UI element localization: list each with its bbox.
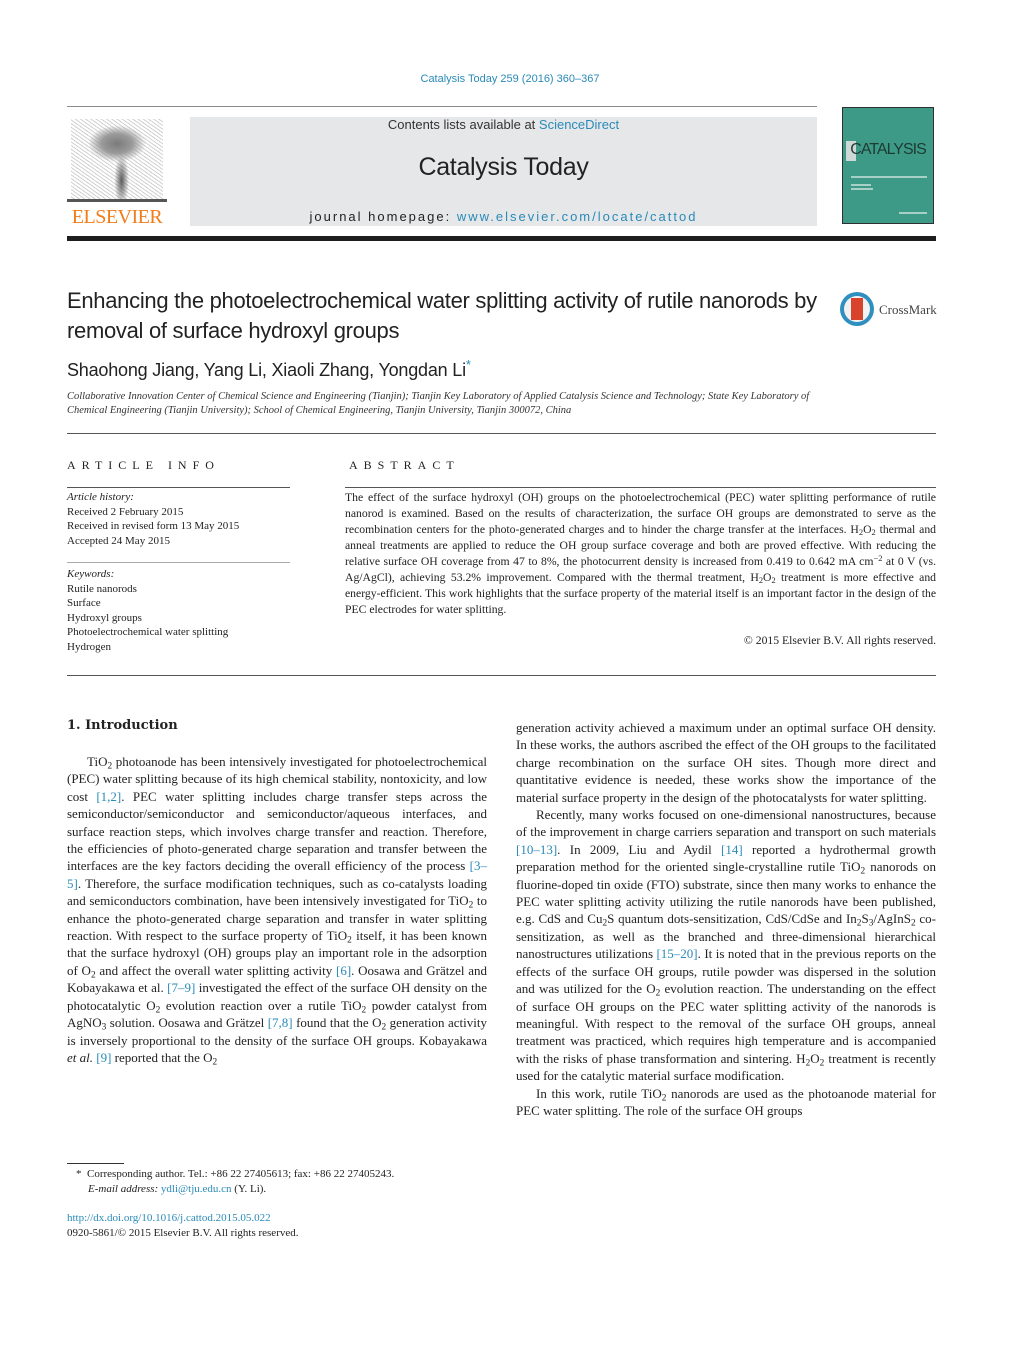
body-column-right: generation activity achieved a maximum u… — [516, 719, 936, 1119]
cover-text-line — [851, 176, 927, 178]
email-link[interactable]: ydli@tju.edu.cn — [161, 1183, 232, 1195]
reference-link[interactable]: [14] — [721, 842, 743, 857]
reference-link[interactable]: [7–9] — [167, 980, 195, 995]
corresponding-author-footnote: * Corresponding author. Tel.: +86 22 274… — [76, 1167, 394, 1197]
keywords: Keywords: Rutile nanorods Surface Hydrox… — [67, 567, 228, 654]
article-info-heading: ARTICLE INFO — [67, 458, 220, 472]
body-column-left: TiO2 photoanode has been intensively inv… — [67, 753, 487, 1068]
article-info-rule — [67, 487, 290, 488]
history-accepted: Accepted 24 May 2015 — [67, 534, 170, 547]
logo-ground-line — [67, 199, 167, 202]
corresponding-author-marker[interactable]: * — [466, 357, 471, 372]
keyword: Hydroxyl groups — [67, 611, 142, 624]
keyword: Rutile nanorods — [67, 582, 137, 595]
tree-icon — [71, 119, 163, 201]
article-title: Enhancing the photoelectrochemical water… — [67, 288, 817, 343]
history-label: Article history: — [67, 491, 134, 503]
abstract-heading: ABSTRACT — [349, 458, 460, 472]
author-list: Shaohong Jiang, Yang Li, Xiaoli Zhang, Y… — [67, 357, 471, 381]
homepage-prefix: journal homepage: — [309, 209, 457, 224]
contents-line: Contents lists available at ScienceDirec… — [190, 117, 817, 132]
keywords-label: Keywords: — [67, 568, 115, 580]
crossmark-icon — [840, 292, 874, 326]
abstract-text: The effect of the surface hydroxyl (OH) … — [345, 491, 937, 616]
abstract-rule — [345, 487, 936, 488]
doi-block: http://dx.doi.org/10.1016/j.cattod.2015.… — [67, 1211, 299, 1241]
abstract-copyright: © 2015 Elsevier B.V. All rights reserved… — [743, 634, 936, 647]
history-revised: Received in revised form 13 May 2015 — [67, 520, 240, 532]
sciencedirect-link[interactable]: ScienceDirect — [539, 117, 619, 132]
history-received: Received 2 February 2015 — [67, 505, 184, 518]
footnote-email: E-mail address: ydli@tju.edu.cn (Y. Li). — [88, 1183, 267, 1195]
issn-line: 0920-5861/© 2015 Elsevier B.V. All right… — [67, 1227, 299, 1239]
keyword: Surface — [67, 597, 101, 609]
reference-link[interactable]: [7,8] — [268, 1015, 293, 1030]
footnote-contact: * Corresponding author. Tel.: +86 22 274… — [76, 1168, 395, 1180]
journal-masthead: Contents lists available at ScienceDirec… — [190, 117, 817, 226]
footnote-rule — [67, 1163, 124, 1164]
journal-cover-thumbnail[interactable]: CATALYSIS — [842, 107, 934, 224]
reference-link[interactable]: [10–13] — [516, 842, 557, 857]
journal-title: Catalysis Today — [418, 153, 589, 181]
header-rule — [67, 106, 817, 107]
header-heavy-rule — [67, 236, 936, 241]
cover-title: CATALYSIS — [850, 141, 926, 158]
cover-text-line — [851, 188, 873, 190]
elsevier-logo[interactable]: ELSEVIER — [67, 117, 167, 228]
contents-prefix: Contents lists available at — [387, 117, 539, 132]
doi-link[interactable]: http://dx.doi.org/10.1016/j.cattod.2015.… — [67, 1212, 271, 1224]
homepage-link[interactable]: www.elsevier.com/locate/cattod — [457, 209, 698, 224]
reference-link[interactable]: [15–20] — [656, 946, 697, 961]
keywords-rule — [67, 562, 290, 563]
reference-link[interactable]: [9] — [96, 1050, 111, 1065]
crossmark-label: CrossMark — [879, 302, 937, 317]
paragraph: generation activity achieved a maximum u… — [516, 720, 936, 805]
reference-link[interactable]: [1,2] — [96, 789, 121, 804]
affiliation: Collaborative Innovation Center of Chemi… — [67, 391, 810, 416]
title-block-rule — [67, 433, 936, 434]
reference-link[interactable]: [6] — [336, 963, 351, 978]
paragraph: In this work, rutile TiO2 nanorods are u… — [516, 1085, 936, 1118]
keyword: Hydrogen — [67, 640, 111, 653]
article-history: Article history: Received 2 February 201… — [67, 490, 239, 548]
journal-citation-link[interactable]: Catalysis Today 259 (2016) 360–367 — [0, 73, 1020, 85]
crossmark-button[interactable]: CrossMark — [840, 292, 940, 328]
cover-text-line — [851, 184, 871, 186]
homepage-line: journal homepage: www.elsevier.com/locat… — [190, 209, 817, 224]
elsevier-wordmark: ELSEVIER — [71, 206, 163, 228]
cover-publisher-mark — [899, 212, 927, 214]
front-matter-end-rule — [67, 675, 936, 676]
keyword: Photoelectrochemical water splitting — [67, 626, 229, 638]
authors-text: Shaohong Jiang, Yang Li, Xiaoli Zhang, Y… — [67, 360, 466, 380]
paragraph: TiO2 photoanode has been intensively inv… — [67, 754, 487, 1068]
section-heading-introduction: 1. Introduction — [67, 718, 178, 733]
paragraph: Recently, many works focused on one-dime… — [516, 807, 936, 1084]
